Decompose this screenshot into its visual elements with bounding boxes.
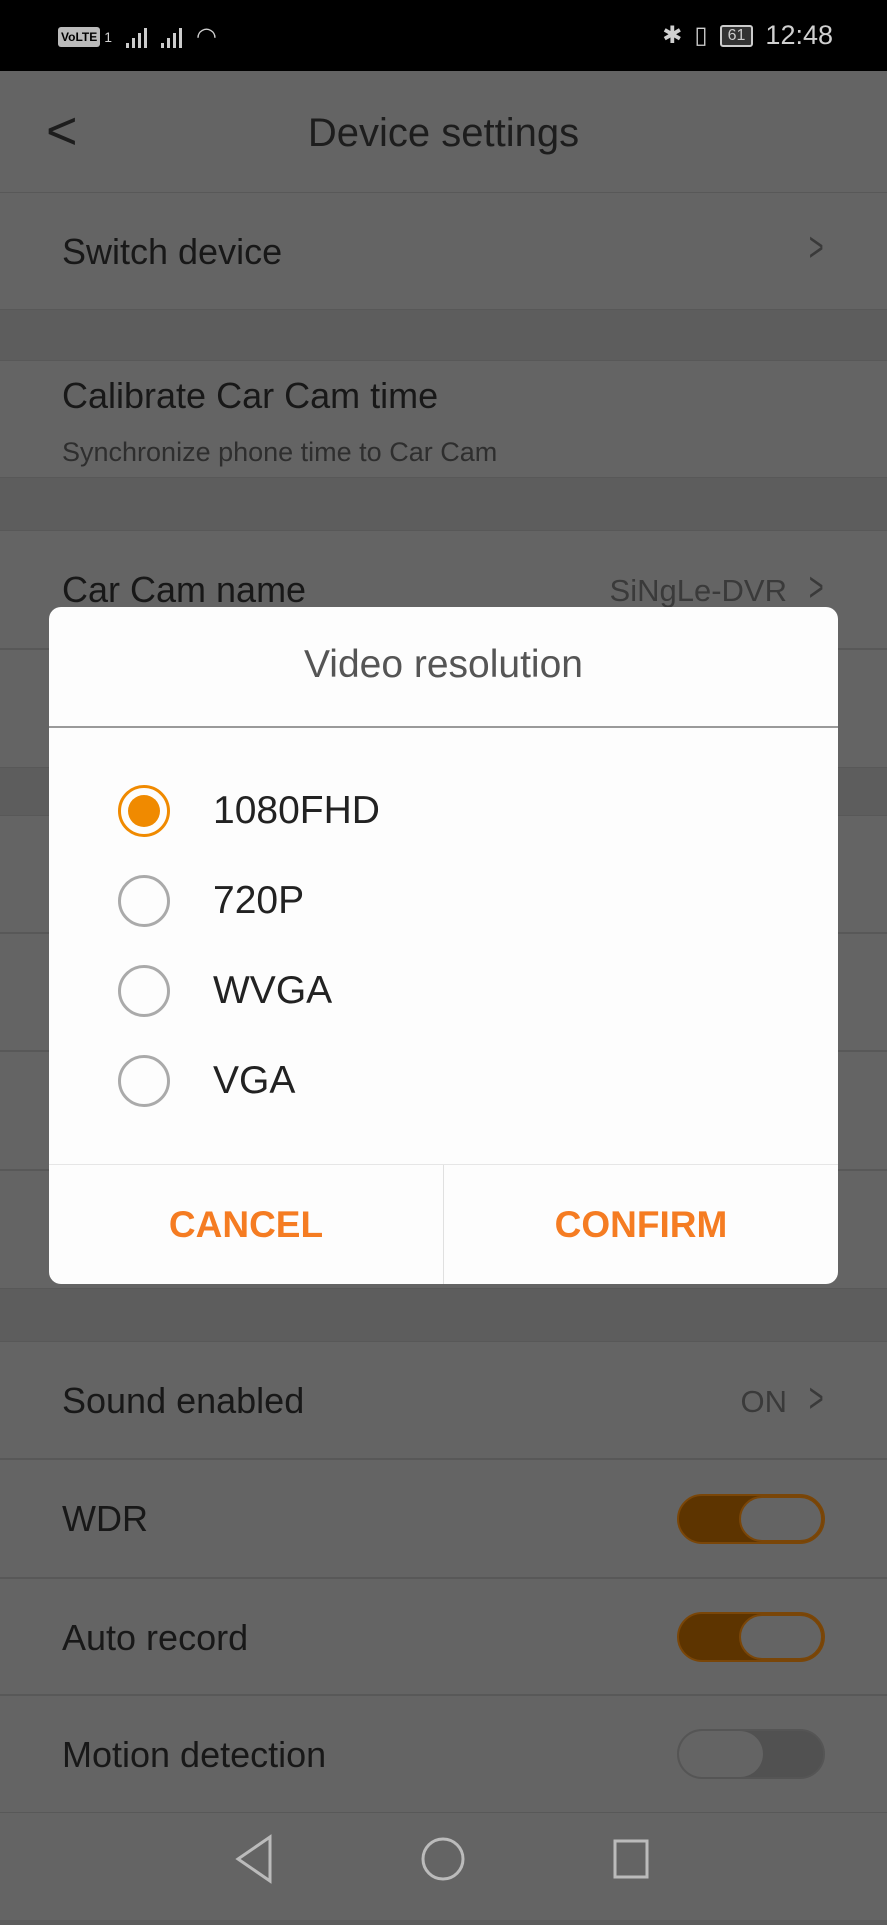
motion-detection-toggle[interactable] [677,1729,825,1779]
bluetooth-icon: ✱ [662,22,683,49]
wdr-row: WDR [0,1459,887,1578]
volte-icon: VoLTE [58,26,101,47]
row-label: Car Cam name [62,569,307,610]
app-header: < Device settings [0,71,887,192]
clock: 12:48 [765,20,833,50]
option-label: WVGA [213,969,333,1012]
chevron-right-icon: > [809,563,825,610]
option-label: 1080FHD [213,789,380,832]
navigation-bar [0,1813,887,1920]
option-label: 720P [213,879,305,922]
auto-record-toggle[interactable] [677,1612,825,1662]
sound-enabled-row[interactable]: Sound enabled ON > [0,1341,887,1459]
status-bar: VoLTE 1 ◠ ✱ ▯ 61 12:48 [0,0,887,71]
video-resolution-dialog: Video resolution 1080FHD 720P WVGA VGA C… [49,607,838,1284]
row-label: Calibrate Car Cam time [62,375,439,416]
nav-home-icon [421,1837,465,1881]
battery-icon: 61 [719,24,754,47]
radio-icon[interactable] [118,1055,170,1107]
dialog-buttons: CANCEL CONFIRM [49,1164,838,1284]
row-label: Switch device [62,231,283,272]
option-1080fhd[interactable]: 1080FHD [49,771,838,851]
page-title: Device settings [307,111,580,155]
option-label: VGA [213,1059,296,1102]
chevron-right-icon: > [809,223,825,270]
option-wvga[interactable]: WVGA [49,951,838,1031]
row-label: WDR [62,1498,148,1539]
radio-selected-icon[interactable] [118,785,170,837]
row-subtitle: Synchronize phone time to Car Cam [62,437,498,467]
option-720p[interactable]: 720P [49,861,838,941]
motion-detection-row: Motion detection [0,1695,887,1813]
wdr-toggle[interactable] [677,1494,825,1544]
auto-record-row: Auto record [0,1578,887,1695]
cancel-button[interactable]: CANCEL [49,1165,443,1284]
radio-icon[interactable] [118,875,170,927]
wifi-icon: ◠ [196,23,217,50]
row-label: Motion detection [62,1734,327,1775]
vibrate-icon: ▯ [694,22,708,49]
nav-icons [235,1834,649,1884]
confirm-button[interactable]: CONFIRM [443,1165,838,1284]
signal-icon [161,26,183,48]
nav-back-icon [235,1834,272,1884]
option-vga[interactable]: VGA [49,1041,838,1121]
row-label: Sound enabled [62,1380,305,1421]
dialog-title: Video resolution [304,643,583,686]
calibrate-time-row[interactable]: Calibrate Car Cam time Synchronize phone… [0,360,887,478]
signal-icon [126,26,148,48]
divider [49,726,838,728]
chevron-right-icon: > [809,1374,825,1421]
row-value: SiNgLe-DVR [609,573,787,608]
row-label: Auto record [62,1617,249,1658]
nav-recents-icon [613,1839,649,1879]
sim-icon: 1 [104,28,113,45]
switch-device-row[interactable]: Switch device > [0,192,887,310]
row-value: ON [740,1384,788,1419]
radio-icon[interactable] [118,965,170,1017]
